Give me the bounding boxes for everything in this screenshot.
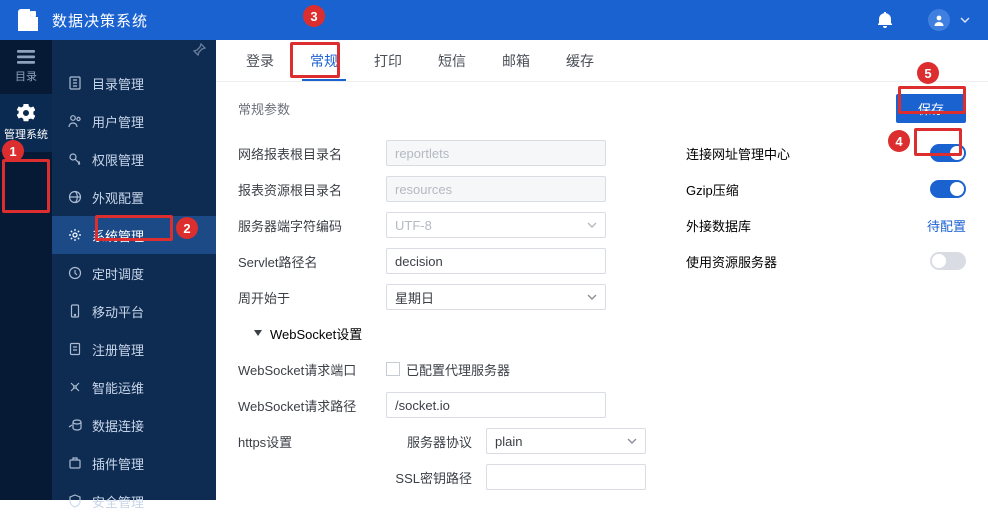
sidebar-item-user-mgmt[interactable]: 用户管理 [52,102,216,140]
app-logo [18,9,38,31]
sidebar-item-register[interactable]: 注册管理 [52,330,216,368]
label-ws-path: WebSocket请求路径 [238,396,386,415]
chevron-down-icon [627,438,637,444]
input-resource-root[interactable] [386,176,606,202]
label-gzip: Gzip压缩 [686,180,739,199]
rail-label: 管理系统 [4,126,48,142]
chevron-down-icon [587,294,597,300]
input-report-root[interactable] [386,140,606,166]
checkbox-proxy-label: 已配置代理服务器 [406,360,510,379]
label-ssl-key-path: SSL密钥路径 [386,468,486,487]
label-servlet: Servlet路径名 [238,252,386,271]
label-week-start: 周开始于 [238,288,386,307]
rail-label: 目录 [15,68,37,84]
tab-general[interactable]: 常规 [292,40,356,81]
input-servlet[interactable] [386,248,606,274]
label-conn-center: 连接网址管理中心 [686,144,790,163]
tab-email[interactable]: 邮箱 [484,40,548,81]
bell-icon[interactable] [878,12,892,28]
label-ext-db: 外接数据库 [686,216,751,235]
chevron-down-icon [587,222,597,228]
app-title: 数据决策系统 [52,10,148,31]
tab-cache[interactable]: 缓存 [548,40,612,81]
sidebar-item-plugin[interactable]: 插件管理 [52,444,216,482]
tab-login[interactable]: 登录 [228,40,292,81]
save-button[interactable]: 保存 [896,94,966,123]
tab-print[interactable]: 打印 [356,40,420,81]
input-ssl-key-path[interactable] [486,464,646,490]
sidebar-item-appearance[interactable]: 外观配置 [52,178,216,216]
sidebar-item-schedule[interactable]: 定时调度 [52,254,216,292]
caret-down-icon [254,330,262,336]
toggle-res-server[interactable] [930,252,966,270]
toggle-gzip[interactable] [930,180,966,198]
input-ws-path[interactable] [386,392,606,418]
label-proto: 服务器协议 [386,432,486,451]
label-resource-root: 报表资源根目录名 [238,180,386,199]
label-res-server: 使用资源服务器 [686,252,777,271]
sidebar: 目录管理 用户管理 权限管理 外观配置 系统管理 定时调度 移动平台 注册管理 … [52,40,216,500]
label-ws-port: WebSocket请求端口 [238,360,386,379]
label-server-encoding: 服务器端字符编码 [238,216,386,235]
label-https: https设置 [238,432,386,451]
toggle-conn-center[interactable] [930,144,966,162]
user-avatar[interactable] [928,9,950,31]
sidebar-item-catalog-mgmt[interactable]: 目录管理 [52,64,216,102]
rail-item-catalog[interactable]: 目录 [0,40,52,94]
select-server-encoding[interactable]: UTF-8 [386,212,606,238]
pin-icon[interactable] [192,43,206,62]
label-report-root: 网络报表根目录名 [238,144,386,163]
select-proto[interactable]: plain [486,428,646,454]
sidebar-item-permission[interactable]: 权限管理 [52,140,216,178]
sidebar-item-intelligent-ops[interactable]: 智能运维 [52,368,216,406]
rail-item-admin[interactable]: 管理系统 [0,94,52,152]
tab-sms[interactable]: 短信 [420,40,484,81]
sidebar-item-security[interactable]: 安全管理 [52,482,216,520]
select-week-start[interactable]: 星期日 [386,284,606,310]
section-websocket-toggle[interactable]: WebSocket设置 [238,315,646,351]
sidebar-item-system[interactable]: 系统管理 [52,216,216,254]
sidebar-item-mobile[interactable]: 移动平台 [52,292,216,330]
tabs: 登录 常规 打印 短信 邮箱 缓存 [216,40,988,82]
checkbox-proxy[interactable] [386,362,400,376]
link-ext-db-config[interactable]: 待配置 [927,216,966,235]
chevron-down-icon[interactable] [960,17,970,23]
sidebar-item-data-conn[interactable]: 数据连接 [52,406,216,444]
section-title: 常规参数 [238,99,290,118]
